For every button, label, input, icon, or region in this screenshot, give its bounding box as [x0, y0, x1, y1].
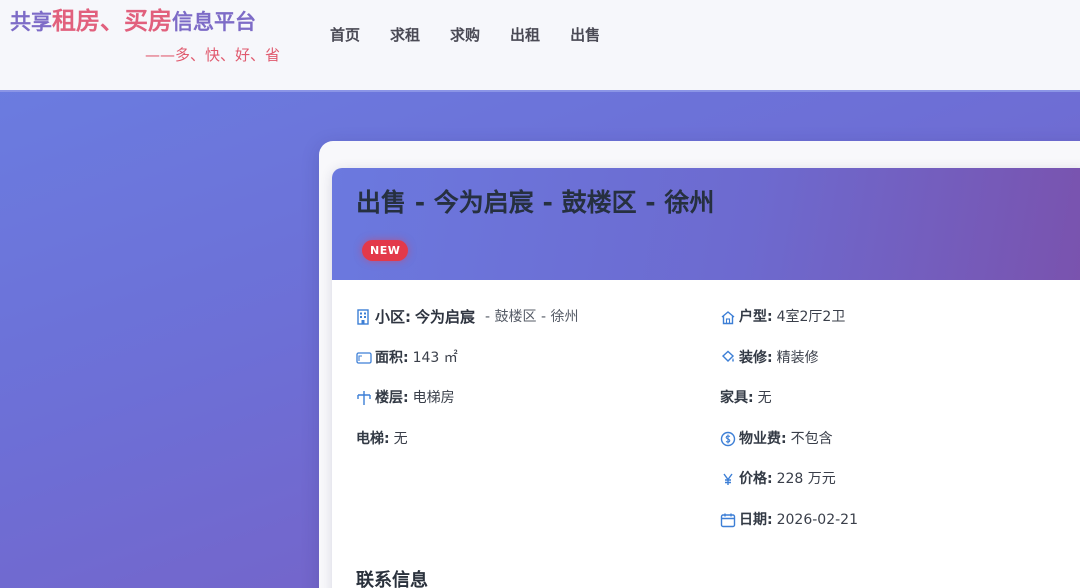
detail-property-fee: 物业费: 不包含: [720, 428, 858, 469]
house-icon: [720, 306, 736, 328]
floor-label: 楼层:: [375, 390, 409, 407]
logo-title: 共享租房、买房信息平台: [10, 6, 310, 37]
logo-text-highlight: 买房: [124, 7, 172, 35]
area-label: 面积:: [375, 349, 409, 366]
price-label: 价格:: [739, 471, 773, 488]
fee-label: 物业费:: [739, 430, 787, 447]
community-location: - 鼓楼区 - 徐州: [485, 309, 579, 325]
listing-title: 出售 - 今为启宸 - 鼓楼区 - 徐州: [356, 188, 715, 217]
detail-elevator: 电梯: 无: [356, 428, 578, 469]
nav-item-seek-buy[interactable]: 求购: [450, 24, 480, 46]
detail-layout: 户型: 4室2厅2卫: [720, 306, 858, 347]
detail-decoration: 装修: 精装修: [720, 347, 858, 388]
detail-furniture: 家具: 无: [720, 387, 858, 428]
detail-community: 小区: 今为启宸 - 鼓楼区 - 徐州: [356, 306, 578, 347]
detail-area: 面积: 143 ㎡: [356, 347, 578, 388]
calendar-icon: [720, 509, 736, 531]
content-panel: 出售 - 今为启宸 - 鼓楼区 - 徐州 NEW 小区: 今为启宸 - 鼓楼区 …: [319, 141, 1080, 588]
decoration-value: 精装修: [776, 349, 819, 366]
site-header: 共享租房、买房信息平台 ——多、快、好、省 首页 求租 求购 出租 出售: [0, 0, 1080, 92]
nav-item-seek-rent[interactable]: 求租: [390, 24, 420, 46]
layout-value: 4室2厅2卫: [776, 309, 846, 325]
paint-bucket-icon: [720, 347, 736, 369]
listing-header: 出售 - 今为启宸 - 鼓楼区 - 徐州 NEW: [332, 168, 1080, 280]
logo-text-part: 信息平台: [172, 10, 256, 34]
fee-value: 不包含: [790, 430, 833, 447]
elevator-value: 无: [393, 430, 408, 447]
date-value: 2026-02-21: [776, 511, 858, 528]
price-value: 228 万元: [776, 471, 836, 488]
listing-details: 小区: 今为启宸 - 鼓楼区 - 徐州 面积: 143 ㎡ 楼层: 电梯房 电梯…: [332, 280, 1080, 588]
details-column-right: 户型: 4室2厅2卫 装修: 精装修 家具: 无 物业费: 不包含 价格: 22…: [720, 306, 858, 550]
yen-icon: [720, 468, 736, 490]
elevator-label: 电梯:: [356, 430, 390, 447]
community-label: 小区:: [375, 308, 411, 326]
listing-card: 出售 - 今为启宸 - 鼓楼区 - 徐州 NEW 小区: 今为启宸 - 鼓楼区 …: [332, 168, 1080, 588]
new-badge: NEW: [362, 240, 409, 261]
logo-text-separator: 、: [100, 7, 124, 35]
decoration-label: 装修:: [739, 349, 773, 366]
furniture-label: 家具:: [720, 390, 754, 407]
details-column-left: 小区: 今为启宸 - 鼓楼区 - 徐州 面积: 143 ㎡ 楼层: 电梯房 电梯…: [356, 306, 578, 468]
nav-item-for-sale[interactable]: 出售: [570, 24, 600, 46]
area-value: 143 ㎡: [412, 349, 458, 366]
detail-price: 价格: 228 万元: [720, 468, 858, 509]
furniture-value: 无: [757, 390, 772, 407]
main-nav: 首页 求租 求购 出租 出售: [330, 24, 600, 46]
site-logo[interactable]: 共享租房、买房信息平台 ——多、快、好、省: [10, 6, 310, 64]
contact-section-title: 联系信息: [356, 570, 428, 588]
logo-text-part: 共享: [10, 10, 52, 34]
logo-slogan: ——多、快、好、省: [145, 46, 281, 64]
layout-label: 户型:: [739, 309, 773, 325]
building-icon: [356, 306, 372, 328]
date-label: 日期:: [739, 511, 773, 528]
logo-text-highlight: 租房: [52, 7, 100, 35]
coin-icon: [720, 428, 736, 450]
floor-value: 电梯房: [412, 390, 455, 407]
detail-floor: 楼层: 电梯房: [356, 387, 578, 428]
community-value: 今为启宸: [415, 308, 476, 326]
area-icon: [356, 347, 372, 369]
detail-date: 日期: 2026-02-21: [720, 509, 858, 550]
nav-item-home[interactable]: 首页: [330, 24, 360, 46]
floor-icon: [356, 387, 372, 409]
nav-item-for-rent[interactable]: 出租: [510, 24, 540, 46]
